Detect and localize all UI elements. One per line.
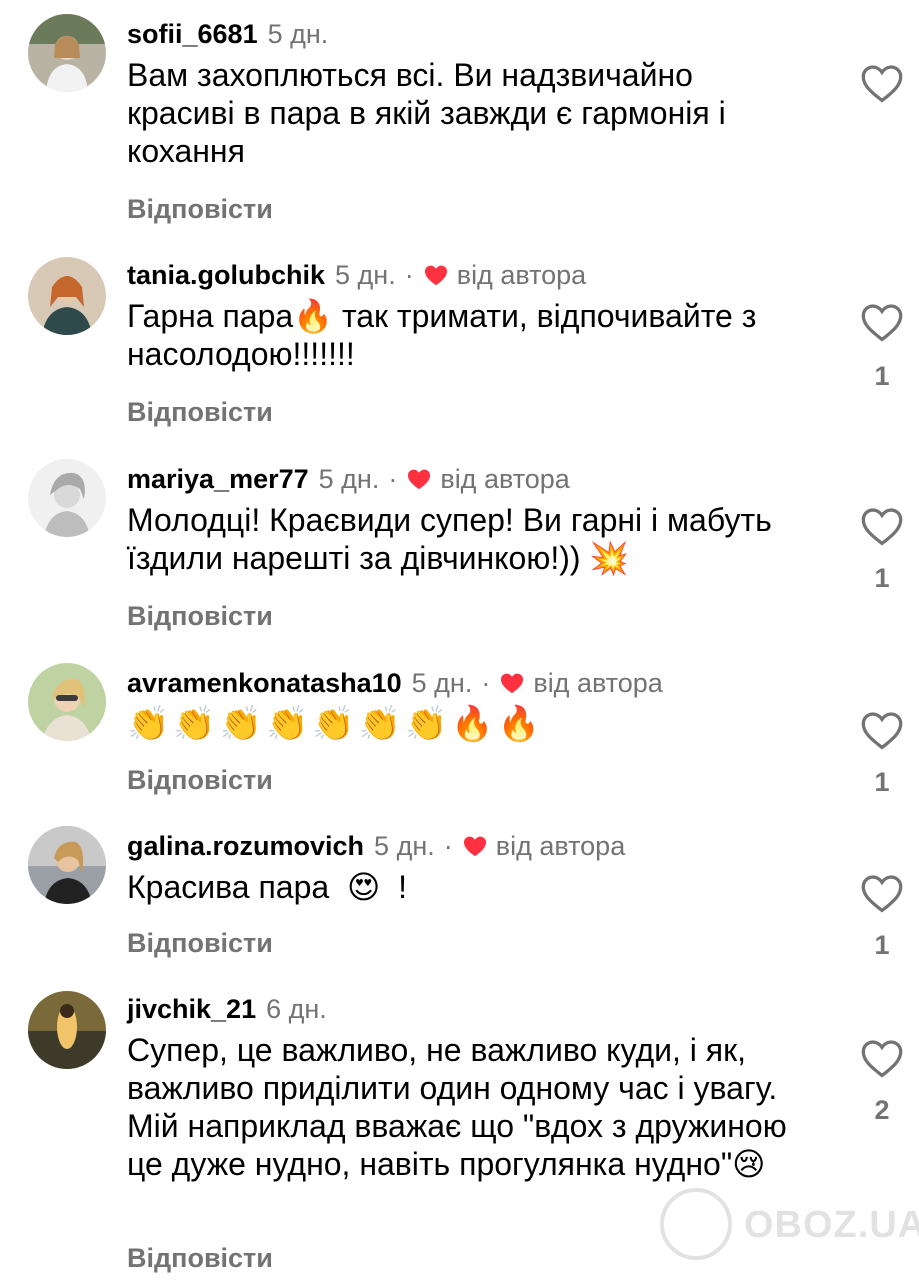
- liked-by-author-label: від автора: [456, 259, 587, 290]
- watermark-text: OBOZ.UA: [744, 1204, 919, 1246]
- collision-emoji: 💥: [589, 539, 630, 577]
- comment-text-part: Супер, це важливо, не важливо куди, і як…: [127, 1032, 787, 1182]
- reply-button[interactable]: Відповісти: [127, 765, 273, 796]
- heart-icon[interactable]: [860, 301, 904, 343]
- comment-meta: galina.rozumovich 5 дн. · від автора: [127, 826, 625, 866]
- liked-by-author-label: від автора: [495, 830, 626, 861]
- liked-by-author-label: від автора: [533, 667, 663, 698]
- watermark-logo-icon: [660, 1188, 732, 1260]
- fire-emoji: 🔥: [293, 297, 334, 335]
- comment-text: Молодці! Краєвиди супер! Ви гарні і мабу…: [127, 501, 827, 577]
- avatar[interactable]: [28, 991, 106, 1069]
- reply-button[interactable]: Відповісти: [127, 1243, 273, 1274]
- like-count: 1: [874, 930, 890, 960]
- comment-meta: sofii_6681 5 дн.: [127, 14, 328, 54]
- heart-icon[interactable]: [860, 1037, 904, 1079]
- comment-meta: jivchik_21 6 дн.: [127, 989, 327, 1029]
- reply-button[interactable]: Відповісти: [127, 194, 273, 225]
- username[interactable]: tania.golubchik: [127, 260, 325, 291]
- username[interactable]: jivchik_21: [127, 994, 256, 1025]
- crying-face-emoji: 😢: [732, 1145, 766, 1183]
- reply-button[interactable]: Відповісти: [127, 601, 273, 632]
- heart-icon[interactable]: [860, 709, 904, 751]
- timestamp: 6 дн.: [266, 993, 327, 1024]
- comment-text-part: !: [398, 869, 407, 905]
- comment-text: Красива пара 😍 !: [127, 868, 827, 906]
- username[interactable]: avramenkonatasha10: [127, 668, 402, 699]
- timestamp: 5 дн.: [335, 259, 396, 290]
- comment-meta: tania.golubchik 5 дн. · від автора: [127, 255, 586, 295]
- like-count: 1: [874, 767, 890, 797]
- heart-icon[interactable]: [860, 872, 904, 914]
- comment-text: 👏👏👏👏👏👏👏🔥🔥: [127, 704, 545, 744]
- timestamp: 5 дн.: [318, 463, 380, 494]
- username[interactable]: sofii_6681: [127, 19, 258, 50]
- author-heart-icon: [462, 834, 488, 858]
- liked-by-author-label: від автора: [440, 463, 570, 494]
- heart-icon[interactable]: [860, 62, 904, 104]
- heart-eyes-emoji: 😍: [346, 868, 381, 906]
- author-heart-icon: [406, 467, 432, 491]
- avatar[interactable]: [28, 14, 106, 92]
- comment-text-part: Красива пара: [127, 869, 330, 905]
- comment-text-part: Гарна пара: [127, 298, 294, 334]
- like-count: 2: [874, 1095, 890, 1125]
- like-count: 1: [874, 361, 890, 391]
- comment-text: Вам захоплються всі. Ви надзвичайно крас…: [127, 57, 726, 169]
- comment-meta: avramenkonatasha10 5 дн. · від автора: [127, 663, 663, 703]
- avatar[interactable]: [28, 459, 106, 537]
- comment-text-part: Молодці! Краєвиди супер! Ви гарні і мабу…: [127, 502, 772, 576]
- timestamp: 5 дн.: [374, 830, 435, 861]
- avatar[interactable]: [28, 663, 106, 741]
- author-heart-icon: [499, 671, 525, 695]
- reply-button[interactable]: Відповісти: [127, 928, 273, 959]
- separator-dot: ·: [404, 259, 414, 290]
- separator-dot: ·: [481, 667, 491, 698]
- timestamp: 5 дн.: [267, 18, 329, 49]
- separator-dot: ·: [388, 463, 398, 494]
- username[interactable]: galina.rozumovich: [127, 831, 364, 862]
- comment-meta: mariya_mer77 5 дн. · від автора: [127, 459, 570, 499]
- username[interactable]: mariya_mer77: [127, 464, 309, 495]
- avatar[interactable]: [28, 257, 106, 335]
- timestamp: 5 дн.: [411, 667, 473, 698]
- reply-button[interactable]: Відповісти: [127, 397, 273, 428]
- watermark: OBOZ.UA: [652, 1188, 919, 1262]
- comment-text: Гарна пара🔥 так тримати, відпочивайте з …: [127, 297, 807, 373]
- comment-text: Супер, це важливо, не важливо куди, і як…: [127, 1031, 827, 1183]
- separator-dot: ·: [443, 830, 453, 861]
- heart-icon[interactable]: [860, 505, 904, 547]
- like-count: 1: [874, 563, 890, 593]
- author-heart-icon: [423, 263, 449, 287]
- avatar[interactable]: [28, 826, 106, 904]
